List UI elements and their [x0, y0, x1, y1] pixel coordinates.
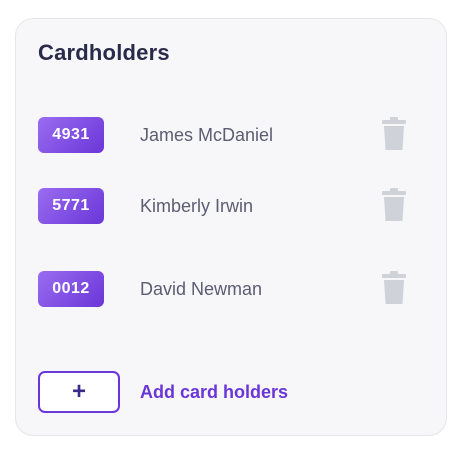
panel-title: Cardholders — [38, 40, 170, 65]
cardholder-name: James McDaniel — [140, 124, 274, 145]
trash-icon[interactable] — [380, 117, 408, 151]
add-cardholder-button[interactable]: + — [38, 371, 120, 413]
cardholder-row: 5771 Kimberly Irwin — [38, 186, 408, 226]
card-number-badge: 0012 — [38, 271, 104, 307]
card-number-badge: 5771 — [38, 188, 104, 224]
cardholder-row: 4931 James McDaniel — [38, 115, 408, 155]
cardholder-row: 0012 David Newman — [38, 269, 408, 309]
add-cardholder-row: + Add card holders — [38, 371, 288, 413]
add-cardholders-link[interactable]: Add card holders — [140, 382, 288, 403]
trash-icon[interactable] — [380, 271, 408, 305]
trash-icon[interactable] — [380, 188, 408, 222]
card-number-badge: 4931 — [38, 117, 104, 153]
cardholder-name: David Newman — [140, 278, 263, 299]
cardholder-name: Kimberly Irwin — [140, 195, 254, 216]
